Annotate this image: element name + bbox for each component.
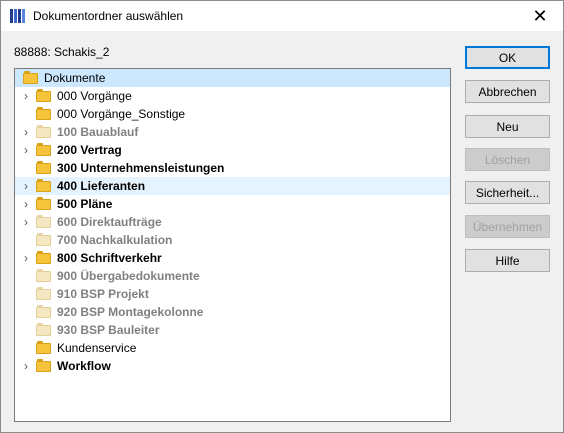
tree-item[interactable]: › 000 Vorgänge xyxy=(15,87,450,105)
tree-item-label: Kundenservice xyxy=(57,341,137,355)
tree-item[interactable]: 700 Nachkalkulation xyxy=(15,231,450,249)
folder-icon xyxy=(36,107,51,120)
tree-item-label: 000 Vorgänge xyxy=(57,89,132,103)
window-title: Dokumentordner auswählen xyxy=(33,9,184,23)
tree-item[interactable]: 910 BSP Projekt xyxy=(15,285,450,303)
folder-icon xyxy=(36,251,51,264)
tree-item-label: 700 Nachkalkulation xyxy=(57,233,173,247)
tree-item[interactable]: 920 BSP Montagekolonne xyxy=(15,303,450,321)
tree-item[interactable]: 300 Unternehmensleistungen xyxy=(15,159,450,177)
folder-icon xyxy=(36,215,51,228)
expand-chevron-icon[interactable]: › xyxy=(21,249,31,267)
cancel-button[interactable]: Abbrechen xyxy=(465,80,550,103)
tree-item[interactable]: › 100 Bauablauf xyxy=(15,123,450,141)
tree-item[interactable]: › 500 Pläne xyxy=(15,195,450,213)
folder-icon xyxy=(36,269,51,282)
folder-icon xyxy=(36,161,51,174)
folder-icon xyxy=(36,197,51,210)
tree-item[interactable]: 900 Übergabedokumente xyxy=(15,267,450,285)
folder-icon xyxy=(36,359,51,372)
dialog-window: Dokumentordner auswählen ✕ 88888: Schaki… xyxy=(0,0,564,433)
tree-item[interactable]: › Workflow xyxy=(15,357,450,375)
close-icon[interactable]: ✕ xyxy=(517,1,563,31)
folder-icon xyxy=(36,143,51,156)
folder-icon xyxy=(36,323,51,336)
tree-item-label: 400 Lieferanten xyxy=(57,179,146,193)
expand-chevron-icon[interactable]: › xyxy=(21,87,31,105)
tree-item-label: 600 Direktaufträge xyxy=(57,215,162,229)
tree-item-label: 900 Übergabedokumente xyxy=(57,269,200,283)
tree-item[interactable]: Kundenservice xyxy=(15,339,450,357)
tree-item-label: 200 Vertrag xyxy=(57,143,122,157)
help-button[interactable]: Hilfe xyxy=(465,249,550,272)
tree-item[interactable]: › 400 Lieferanten xyxy=(15,177,450,195)
folder-icon xyxy=(36,305,51,318)
tree-item-label: 100 Bauablauf xyxy=(57,125,139,139)
tree-root-label: Dokumente xyxy=(44,71,106,85)
app-icon xyxy=(10,9,26,23)
tree-item-label: 920 BSP Montagekolonne xyxy=(57,305,204,319)
folder-tree[interactable]: Dokumente › 000 Vorgänge 000 Vorgänge_Sons… xyxy=(14,68,451,422)
expand-chevron-icon[interactable]: › xyxy=(21,141,31,159)
folder-icon xyxy=(36,341,51,354)
expand-chevron-icon[interactable]: › xyxy=(21,213,31,231)
folder-icon xyxy=(23,71,38,84)
new-button[interactable]: Neu xyxy=(465,115,550,138)
tree-item-label: 800 Schriftverkehr xyxy=(57,251,162,265)
tree-item-label: 000 Vorgänge_Sonstige xyxy=(57,107,186,121)
tree-item[interactable]: 930 BSP Bauleiter xyxy=(15,321,450,339)
expand-chevron-icon[interactable]: › xyxy=(21,357,31,375)
tree-item-label: 300 Unternehmensleistungen xyxy=(57,161,225,175)
tree-root-dokumente[interactable]: Dokumente xyxy=(15,69,450,87)
folder-icon xyxy=(36,233,51,246)
expand-chevron-icon[interactable]: › xyxy=(21,177,31,195)
folder-icon xyxy=(36,287,51,300)
ok-button[interactable]: OK xyxy=(465,46,550,69)
delete-button[interactable]: Löschen xyxy=(465,148,550,171)
tree-item[interactable]: › 200 Vertrag xyxy=(15,141,450,159)
security-button[interactable]: Sicherheit... xyxy=(465,181,550,204)
expand-chevron-icon[interactable]: › xyxy=(21,195,31,213)
tree-item-label: 910 BSP Projekt xyxy=(57,287,149,301)
apply-button[interactable]: Übernehmen xyxy=(465,215,550,238)
expand-chevron-icon[interactable]: › xyxy=(21,123,31,141)
tree-item[interactable]: › 600 Direktaufträge xyxy=(15,213,450,231)
tree-item-label: 930 BSP Bauleiter xyxy=(57,323,160,337)
tree-item-label: Workflow xyxy=(57,359,111,373)
tree-item-label: 500 Pläne xyxy=(57,197,113,211)
tree-item[interactable]: › 800 Schriftverkehr xyxy=(15,249,450,267)
project-path-label: 88888: Schakis_2 xyxy=(14,45,110,59)
folder-icon xyxy=(36,179,51,192)
folder-icon xyxy=(36,125,51,138)
title-bar: Dokumentordner auswählen ✕ xyxy=(1,1,563,31)
tree-item[interactable]: 000 Vorgänge_Sonstige xyxy=(15,105,450,123)
folder-icon xyxy=(36,89,51,102)
